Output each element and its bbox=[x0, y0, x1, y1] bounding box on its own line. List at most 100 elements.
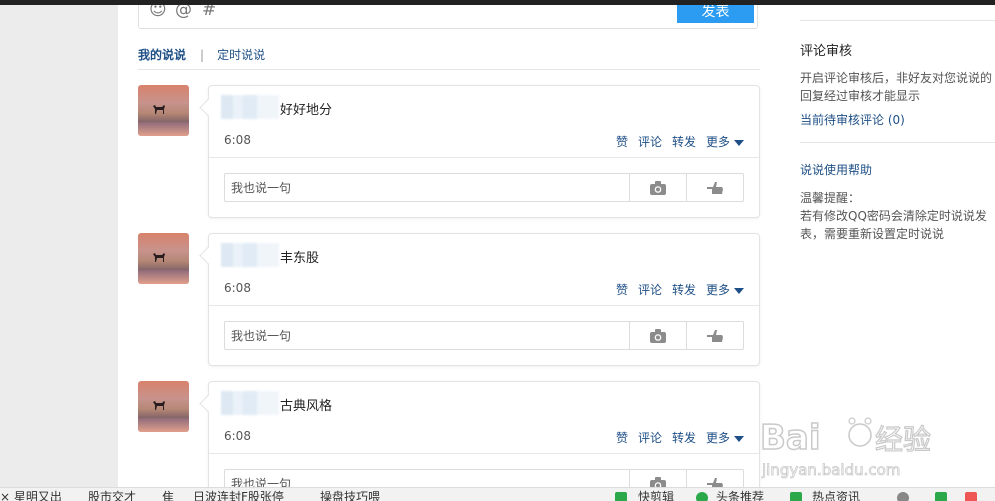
shuoshuo-tabs: 我的说说 | 定时说说 bbox=[138, 46, 265, 63]
like-button[interactable]: 赞 bbox=[616, 429, 628, 446]
more-button[interactable]: 更多 bbox=[706, 133, 744, 150]
caret-down-icon bbox=[734, 435, 744, 442]
comment-button[interactable]: 评论 bbox=[638, 429, 662, 446]
watermark-url: jingyan.baidu.com bbox=[761, 461, 900, 479]
taskbar-item[interactable]: × 星明又出 bbox=[0, 490, 62, 501]
feed-post: 丰东股 6:08 赞 评论 转发 更多 bbox=[138, 233, 760, 368]
reply-box bbox=[224, 321, 744, 350]
caret-down-icon bbox=[734, 139, 744, 146]
watermark-brand2: 经验 bbox=[875, 423, 931, 456]
post-time: 6:08 bbox=[224, 133, 251, 147]
feed-post: 好好地分 6:08 赞 评论 转发 更多 bbox=[138, 85, 760, 220]
taskbar-item[interactable]: 股市交才 bbox=[88, 490, 136, 501]
tray-icon[interactable] bbox=[965, 492, 977, 501]
help-link[interactable]: 说说使用帮助 bbox=[800, 161, 872, 178]
taskbar-item[interactable]: 隹 bbox=[162, 490, 174, 501]
camera-icon bbox=[650, 476, 666, 487]
post-content: 丰东股 bbox=[280, 251, 320, 266]
review-title: 评论审核 bbox=[800, 44, 853, 59]
globe-icon[interactable] bbox=[897, 492, 909, 501]
comment-button[interactable]: 评论 bbox=[638, 133, 662, 150]
taskbar-item[interactable]: 热点资讯 bbox=[812, 490, 860, 501]
like-button[interactable]: 赞 bbox=[616, 281, 628, 298]
card-divider bbox=[209, 453, 759, 454]
baidu-jingyan-watermark: Bai 经验 jingyan.baidu.com bbox=[760, 417, 932, 479]
blurred-username bbox=[221, 95, 279, 119]
blurred-username bbox=[221, 391, 279, 415]
dog-silhouette-icon bbox=[153, 253, 165, 262]
more-button[interactable]: 更多 bbox=[706, 281, 744, 298]
reply-box bbox=[224, 173, 744, 202]
more-label: 更多 bbox=[705, 283, 730, 297]
tab-my-shuoshuo[interactable]: 我的说说 bbox=[138, 46, 186, 63]
reply-input[interactable] bbox=[225, 322, 629, 349]
news-icon bbox=[696, 492, 708, 501]
taskbar-item[interactable]: 日波连封F股张停 bbox=[193, 490, 284, 501]
blurred-username bbox=[221, 243, 279, 267]
pending-comments-link[interactable]: 当前待审核评论 (0) bbox=[800, 111, 905, 128]
thumbs-up-button[interactable] bbox=[686, 174, 743, 201]
tab-separator: | bbox=[200, 47, 205, 62]
post-actions: 赞 评论 转发 更多 bbox=[606, 429, 744, 446]
post-card: 古典风格 6:08 赞 评论 转发 更多 bbox=[208, 381, 760, 487]
taskbar-item[interactable]: 操盘技巧喂 bbox=[320, 490, 380, 501]
tip-text: 若有修改QQ密码会清除定时说说发表，需要重新设置定时说说 bbox=[800, 209, 987, 241]
avatar[interactable] bbox=[138, 233, 189, 284]
post-actions: 赞 评论 转发 更多 bbox=[606, 281, 744, 298]
tab-scheduled-shuoshuo[interactable]: 定时说说 bbox=[217, 46, 265, 63]
forward-button[interactable]: 转发 bbox=[672, 429, 696, 446]
like-button[interactable]: 赞 bbox=[616, 133, 628, 150]
reply-input[interactable] bbox=[225, 470, 629, 487]
dog-silhouette-icon bbox=[153, 401, 165, 410]
forward-button[interactable]: 转发 bbox=[672, 133, 696, 150]
hand-pointer-icon bbox=[707, 181, 723, 194]
sidebar-mid-divider bbox=[800, 142, 995, 143]
card-divider bbox=[209, 157, 759, 158]
caret-down-icon bbox=[734, 287, 744, 294]
card-divider bbox=[209, 305, 759, 306]
topic-icon[interactable]: # bbox=[202, 5, 216, 19]
photo-button[interactable] bbox=[629, 322, 686, 349]
reply-input[interactable] bbox=[225, 174, 629, 201]
post-card: 好好地分 6:08 赞 评论 转发 更多 bbox=[208, 85, 760, 218]
post-card: 丰东股 6:08 赞 评论 转发 更多 bbox=[208, 233, 760, 366]
mention-icon[interactable]: @ bbox=[175, 5, 192, 19]
reply-box bbox=[224, 469, 744, 487]
photo-button[interactable] bbox=[629, 470, 686, 487]
paw-icon bbox=[848, 417, 872, 447]
more-label: 更多 bbox=[705, 135, 730, 149]
more-button[interactable]: 更多 bbox=[706, 429, 744, 446]
bottom-taskbar: × 星明又出 股市交才 隹 日波连封F股张停 操盘技巧喂 快剪辑 头条推荐 热点… bbox=[0, 487, 995, 501]
avatar[interactable] bbox=[138, 85, 189, 136]
taskbar-item[interactable]: 头条推荐 bbox=[716, 490, 764, 501]
comment-button[interactable]: 评论 bbox=[638, 281, 662, 298]
dog-silhouette-icon bbox=[153, 105, 165, 114]
emoji-icon[interactable]: ☺ bbox=[149, 5, 167, 19]
post-composer: ☺ @ # 发表 bbox=[138, 5, 758, 29]
more-label: 更多 bbox=[705, 431, 730, 445]
watermark-brand: Bai bbox=[760, 418, 821, 458]
play-icon bbox=[615, 492, 627, 501]
hand-pointer-icon bbox=[707, 329, 723, 342]
thumbs-up-button[interactable] bbox=[686, 322, 743, 349]
left-gutter bbox=[0, 5, 118, 487]
hand-pointer-icon bbox=[707, 477, 723, 487]
post-content: 好好地分 bbox=[280, 103, 333, 118]
tabs-divider bbox=[138, 69, 760, 70]
hot-news-icon bbox=[790, 492, 802, 501]
forward-button[interactable]: 转发 bbox=[672, 281, 696, 298]
post-time: 6:08 bbox=[224, 281, 251, 295]
post-actions: 赞 评论 转发 更多 bbox=[606, 133, 744, 150]
post-content: 古典风格 bbox=[280, 399, 333, 414]
thumbs-up-button[interactable] bbox=[686, 470, 743, 487]
feed-post: 古典风格 6:08 赞 评论 转发 更多 bbox=[138, 381, 760, 487]
avatar[interactable] bbox=[138, 381, 189, 432]
taskbar-item[interactable]: 快剪辑 bbox=[638, 490, 674, 501]
sidebar-top-divider bbox=[800, 20, 995, 21]
review-description: 开启评论审核后，非好友对您说说的回复经过审核才能显示 bbox=[800, 71, 993, 103]
camera-icon bbox=[650, 328, 666, 343]
download-icon[interactable] bbox=[935, 492, 947, 501]
photo-button[interactable] bbox=[629, 174, 686, 201]
camera-icon bbox=[650, 180, 666, 195]
publish-button[interactable]: 发表 bbox=[677, 5, 754, 23]
